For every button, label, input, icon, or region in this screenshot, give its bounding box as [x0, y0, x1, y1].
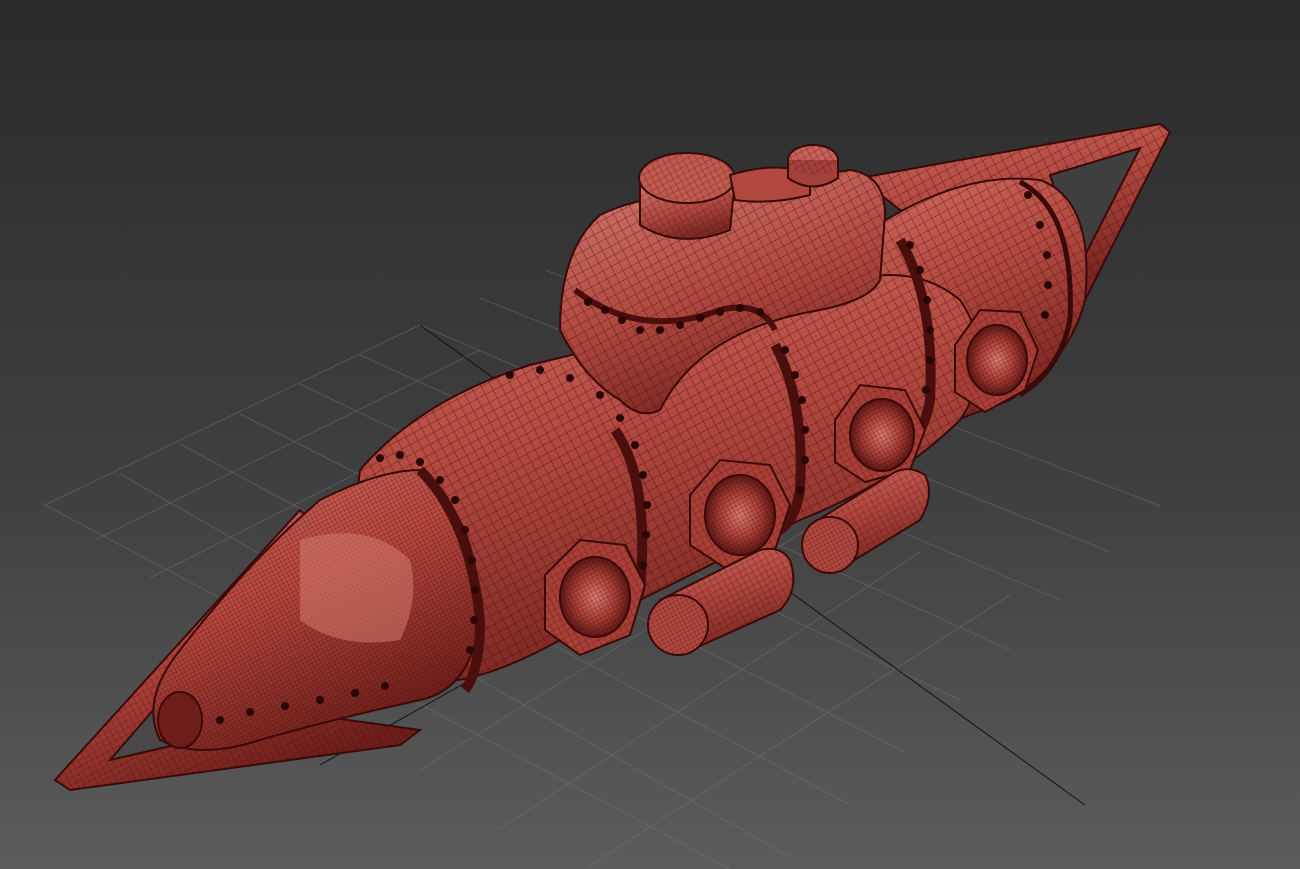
tower-hatch [638, 152, 737, 240]
3d-viewport[interactable] [0, 0, 1300, 869]
viewport-canvas[interactable] [0, 0, 1300, 869]
